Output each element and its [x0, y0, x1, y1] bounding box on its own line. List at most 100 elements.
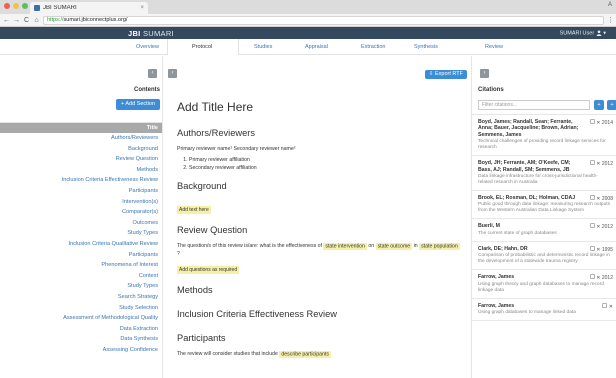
- rq-text-1: The question/s of this review is/are: wh…: [177, 243, 324, 249]
- toc-item-title[interactable]: Title: [0, 123, 162, 133]
- citation-title: Data linkage infrastructure for cross-ju…: [478, 174, 598, 186]
- home-icon[interactable]: ⌂: [33, 17, 40, 24]
- contents-heading: Contents: [134, 87, 160, 93]
- citation-item[interactable]: Brook, EL; Rosman, DL; Holman, CDAJ ✕ 20…: [472, 191, 616, 220]
- remove-citation-icon[interactable]: ✕: [595, 161, 602, 167]
- forward-icon[interactable]: →: [13, 17, 20, 24]
- citation-meta: ✕: [602, 302, 613, 310]
- tab-studies[interactable]: Studies: [254, 44, 272, 50]
- state-outcome-field[interactable]: state outcome: [375, 242, 413, 250]
- citation-item[interactable]: Farrow, James ✕ Using graph databases to…: [472, 299, 616, 322]
- citation-meta: ✕ 2008: [590, 195, 613, 202]
- citation-year: 2008: [601, 196, 613, 203]
- toc-item[interactable]: Review Question: [0, 154, 162, 165]
- citation-list: Boyd, James; Randall, Sean; Ferrante, An…: [472, 114, 616, 378]
- participants-text[interactable]: The review will consider studies that in…: [177, 350, 463, 358]
- toc-item[interactable]: Inclusion Criteria Qualitative Review: [0, 239, 162, 250]
- participants-heading: Participants: [177, 333, 226, 343]
- toc-item[interactable]: Participants: [0, 186, 162, 197]
- browser-menu-icon[interactable]: ⋮: [607, 16, 614, 24]
- filter-citations-input[interactable]: Filter citations...: [478, 100, 590, 110]
- remove-citation-icon[interactable]: ✕: [595, 196, 602, 202]
- toc-item[interactable]: Study Selection: [0, 303, 162, 314]
- citation-title: Using graph databases to manage linked d…: [478, 310, 576, 316]
- review-question-heading: Review Question: [177, 225, 248, 235]
- url-protocol: https://: [47, 17, 64, 23]
- toc-item[interactable]: Intervention(s): [0, 197, 162, 208]
- toc-item[interactable]: Data Extraction: [0, 324, 162, 335]
- toc-item[interactable]: Context: [0, 271, 162, 282]
- reload-icon[interactable]: C: [23, 17, 30, 24]
- citation-meta: ✕ 2012: [590, 223, 613, 230]
- citation-title: Public good through data linkage: measur…: [478, 202, 610, 214]
- state-intervention-field[interactable]: state intervention: [323, 242, 367, 250]
- document-title[interactable]: Add Title Here: [177, 100, 463, 114]
- remove-citation-icon[interactable]: ✕: [595, 247, 602, 253]
- tab-overview[interactable]: Overview: [136, 44, 159, 50]
- toc-item[interactable]: Search Strategy: [0, 292, 162, 303]
- tab-synthesis[interactable]: Synthesis: [414, 44, 438, 50]
- user-menu[interactable]: SUMARI User ▾: [560, 30, 606, 36]
- affiliation-1[interactable]: Primary reviewer affiliation: [189, 156, 463, 164]
- toc-item[interactable]: Comparator(s): [0, 207, 162, 218]
- authors-line[interactable]: Primary reviewer name¹ Secondary reviewe…: [177, 145, 463, 153]
- browser-tab[interactable]: JBI SUMARI ×: [30, 2, 148, 14]
- toc-item[interactable]: Outcomes: [0, 218, 162, 229]
- state-population-field[interactable]: state population: [419, 242, 460, 250]
- tab-close-icon[interactable]: ×: [140, 5, 144, 11]
- rq-text-4: ?: [177, 251, 180, 257]
- citation-item[interactable]: Buerli, M ✕ 2012 The current state of gra…: [472, 219, 616, 242]
- citation-item[interactable]: Clark, DE; Hahn, DR ✕ 1995 Comparison of …: [472, 242, 616, 271]
- describe-participants-field[interactable]: describe participants: [279, 350, 331, 358]
- tab-review[interactable]: Review: [485, 44, 503, 50]
- brand-rest: SUMARI: [140, 28, 174, 38]
- close-window-button[interactable]: [4, 3, 10, 9]
- maximize-window-button[interactable]: [22, 3, 28, 9]
- toc-item[interactable]: Phenomena of Interest: [0, 260, 162, 271]
- export-rtf-button[interactable]: ⇩ Export RTF: [424, 70, 467, 79]
- collapse-contents-button[interactable]: ‹: [148, 69, 157, 78]
- remove-citation-icon[interactable]: ✕: [595, 275, 602, 281]
- citation-meta: ✕ 2012: [590, 274, 613, 281]
- toc-item[interactable]: Inclusion Criteria Effectiveness Review: [0, 175, 162, 186]
- toc-item[interactable]: Data Synthesis: [0, 334, 162, 345]
- remove-citation-icon[interactable]: ✕: [595, 120, 602, 126]
- minimize-window-button[interactable]: [13, 3, 19, 9]
- tab-protocol[interactable]: Protocol: [192, 44, 212, 50]
- toc-item[interactable]: Background: [0, 144, 162, 155]
- back-icon[interactable]: ←: [3, 17, 10, 24]
- collapse-document-button[interactable]: ‹: [168, 69, 177, 78]
- protocol-document-pane: ‹ ⇩ Export RTF Add Title Here Authors/Re…: [162, 56, 472, 378]
- citation-title: The current state of graph databases: [478, 230, 557, 236]
- add-citation-button[interactable]: +: [594, 100, 604, 110]
- address-toolbar: ← → C ⌂ https://sumari.jbiconnectplus.or…: [0, 14, 616, 27]
- toc-item[interactable]: Study Types: [0, 281, 162, 292]
- remove-citation-icon[interactable]: ✕: [607, 304, 613, 310]
- table-of-contents: Title Authors/Reviewers Background Review …: [0, 122, 162, 378]
- citation-item[interactable]: Boyd, James; Randall, Sean; Ferrante, An…: [472, 115, 616, 157]
- collapse-citations-button[interactable]: ›: [480, 69, 489, 78]
- toc-item[interactable]: Methods: [0, 165, 162, 176]
- tab-extraction[interactable]: Extraction: [361, 44, 385, 50]
- authors-heading: Authors/Reviewers: [177, 128, 256, 138]
- tab-title: JBI SUMARI: [43, 5, 77, 11]
- toc-item[interactable]: Assessment of Methodological Quality: [0, 313, 162, 324]
- add-citation-button-secondary[interactable]: +: [607, 100, 616, 110]
- add-section-button[interactable]: + Add Section: [116, 99, 160, 110]
- affiliation-2[interactable]: Secondary reviewer affiliation: [189, 164, 463, 172]
- toc-item[interactable]: Assessing Confidence: [0, 345, 162, 356]
- citation-item[interactable]: Farrow, James ✕ 2012 Using graph theory a…: [472, 270, 616, 299]
- toc-item[interactable]: Participants: [0, 250, 162, 261]
- toc-item[interactable]: Authors/Reviewers: [0, 133, 162, 144]
- app-logo[interactable]: JBI SUMARI: [128, 29, 174, 38]
- toc-item[interactable]: Study Types: [0, 228, 162, 239]
- review-question-text[interactable]: The question/s of this review is/are: wh…: [177, 242, 463, 258]
- url-field[interactable]: https://sumari.jbiconnectplus.org/: [43, 15, 604, 25]
- add-text-placeholder[interactable]: Add text here: [177, 206, 211, 214]
- citation-item[interactable]: Boyd, JH; Ferrante, AM; O'Keefe, CM; Bas…: [472, 156, 616, 192]
- citation-year: 2012: [601, 161, 613, 168]
- remove-citation-icon[interactable]: ✕: [595, 224, 602, 230]
- tab-appraisal[interactable]: Appraisal: [305, 44, 328, 50]
- profile-badge[interactable]: A: [608, 2, 612, 8]
- add-questions-placeholder[interactable]: Add questions as required: [177, 266, 240, 274]
